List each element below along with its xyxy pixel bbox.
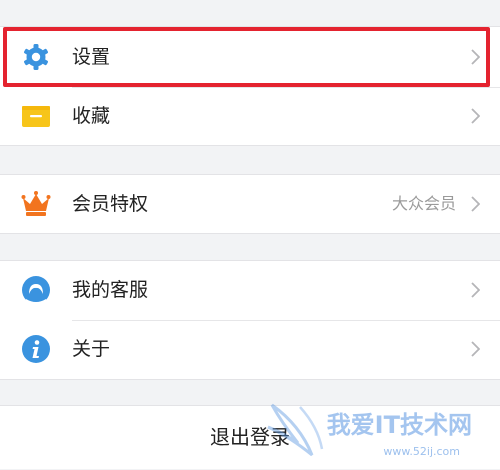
logout-button[interactable]: 退出登录 (0, 405, 500, 469)
about-label: 关于 (72, 338, 111, 360)
logout-label: 退出登录 (210, 425, 290, 449)
chevron-right-icon (471, 341, 480, 357)
chevron-right-icon (471, 282, 480, 298)
info-icon (22, 335, 50, 363)
folder-icon (22, 106, 50, 127)
vip-row[interactable]: 会员特权 大众会员 (0, 175, 500, 233)
about-row[interactable]: 关于 (0, 320, 500, 378)
chevron-right-icon (471, 196, 480, 212)
support-label: 我的客服 (72, 279, 149, 301)
favorites-label: 收藏 (72, 105, 111, 127)
favorites-row[interactable]: 收藏 (0, 87, 500, 145)
support-row[interactable]: 我的客服 (0, 261, 500, 319)
settings-highlight-box (3, 27, 490, 87)
headset-icon (22, 276, 50, 305)
crown-icon (21, 191, 51, 216)
chevron-right-icon (471, 108, 480, 124)
vip-label: 会员特权 (72, 193, 149, 215)
membership-level: 大众会员 (391, 194, 456, 213)
